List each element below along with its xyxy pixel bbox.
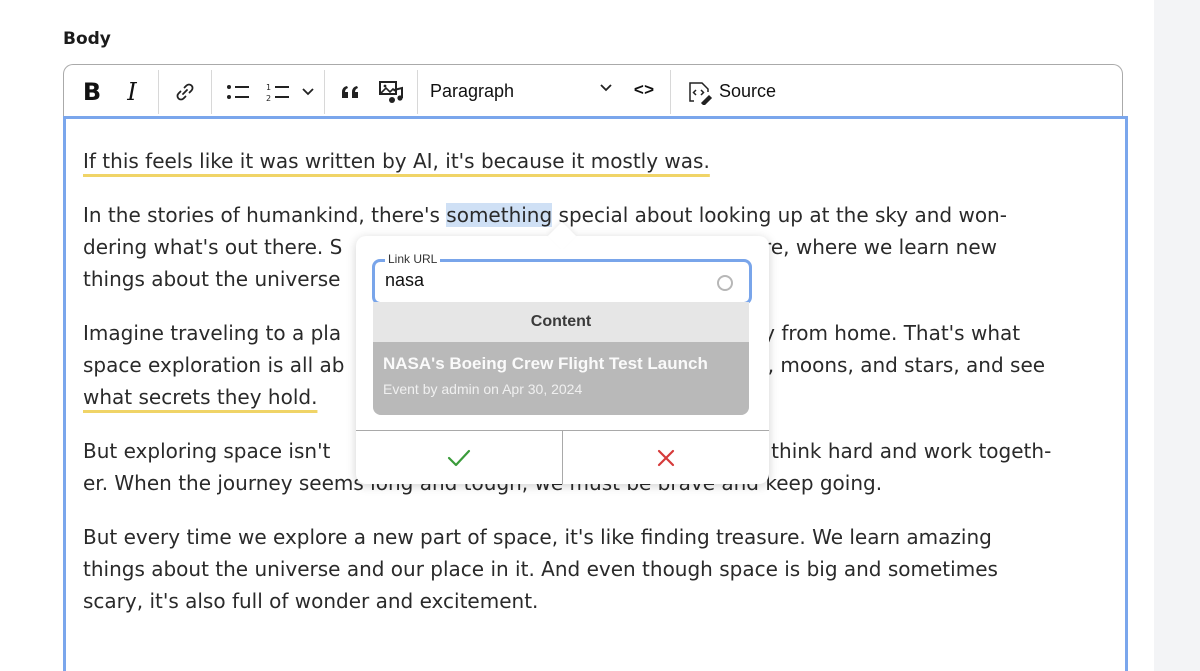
selected-text: something	[446, 203, 553, 227]
code-button[interactable]: <>	[624, 72, 664, 112]
autocomplete-suggestion[interactable]: NASA's Boeing Crew Flight Test Launch Ev…	[373, 342, 749, 415]
bulleted-list-icon	[227, 84, 249, 99]
link-popup: Link URL Content NASA's Boeing Crew Flig…	[356, 221, 769, 484]
heading-dropdown-value: Paragraph	[430, 81, 515, 101]
paragraph-text: ure, where we learn new	[750, 235, 997, 259]
link-url-label: Link URL	[385, 252, 441, 266]
numbered-list-icon: 1 2	[266, 83, 289, 103]
page-background	[1154, 0, 1200, 671]
italic-button[interactable]: I	[112, 72, 152, 112]
paragraph-5: But every time we explore a new part of …	[83, 521, 1113, 617]
paragraph-text: dering what's out there. S	[83, 235, 343, 259]
link-popup-actions	[356, 430, 769, 484]
blockquote-button[interactable]	[331, 72, 371, 112]
paragraph-text: things about the universe and our place …	[83, 557, 998, 581]
checkmark-icon	[447, 449, 471, 466]
paragraph-text: s think hard and work togeth-	[754, 439, 1052, 463]
media-icon	[379, 80, 403, 103]
paragraph-text: scary, it's also full of wonder and exci…	[83, 589, 539, 613]
link-icon	[176, 83, 194, 100]
svg-text:1: 1	[266, 83, 271, 92]
paragraph-text: In the stories of humankind, there's	[83, 203, 447, 227]
bold-button[interactable]: B	[72, 72, 112, 112]
toolbar-separator	[417, 69, 418, 114]
paragraph-text: things about the universe	[83, 267, 341, 291]
heading-dropdown[interactable]: Paragraph	[424, 72, 624, 112]
loading-spinner-icon	[717, 275, 733, 291]
paragraph-text: If this feels like it was written by AI,…	[83, 149, 710, 173]
chevron-down-icon	[302, 87, 314, 95]
close-icon	[657, 449, 675, 466]
link-url-field[interactable]: Link URL	[372, 252, 752, 305]
chevron-down-icon	[600, 83, 612, 91]
link-url-input[interactable]	[385, 270, 705, 291]
paragraph-text: Imagine traveling to a pla	[83, 321, 342, 345]
paragraph-text: But exploring space isn't	[83, 439, 331, 463]
quote-icon	[342, 85, 358, 98]
source-button[interactable]: Source	[677, 72, 787, 112]
suggestion-meta: Event by admin on Apr 30, 2024	[383, 381, 583, 397]
source-button-label: Source	[719, 81, 777, 101]
toolbar-separator	[324, 69, 325, 114]
cancel-link-button[interactable]	[562, 431, 769, 484]
paragraph-text: what secrets they hold.	[83, 385, 318, 409]
source-icon	[689, 81, 713, 105]
autocomplete-section-header: Content	[530, 313, 592, 330]
insert-media-button[interactable]	[371, 72, 411, 112]
editor-toolbar: B I 1 2 Paragraph <> Source	[63, 64, 1123, 118]
paragraph-text: But every time we explore a new part of …	[83, 525, 992, 549]
bulleted-list-button[interactable]	[218, 72, 258, 112]
paragraph-text: vay from home. That's what	[739, 321, 1021, 345]
paragraph-1: If this feels like it was written by AI,…	[83, 145, 1113, 177]
autocomplete-dropdown: Content NASA's Boeing Crew Flight Test L…	[373, 302, 749, 415]
toolbar-separator	[670, 69, 671, 114]
svg-text:2: 2	[266, 94, 271, 103]
numbered-list-options-button[interactable]	[298, 72, 318, 112]
link-button[interactable]	[165, 72, 205, 112]
toolbar-separator	[211, 69, 212, 114]
paragraph-text: space exploration is all ab	[83, 353, 345, 377]
numbered-list-button[interactable]: 1 2	[258, 72, 298, 112]
paragraph-text: special about looking up at the sky and …	[552, 203, 1007, 227]
suggestion-title: NASA's Boeing Crew Flight Test Launch	[383, 354, 708, 373]
toolbar-separator	[158, 69, 159, 114]
field-label-body: Body	[63, 29, 111, 49]
save-link-button[interactable]	[356, 431, 562, 484]
paragraph-text: nets, moons, and stars, and see	[724, 353, 1046, 377]
